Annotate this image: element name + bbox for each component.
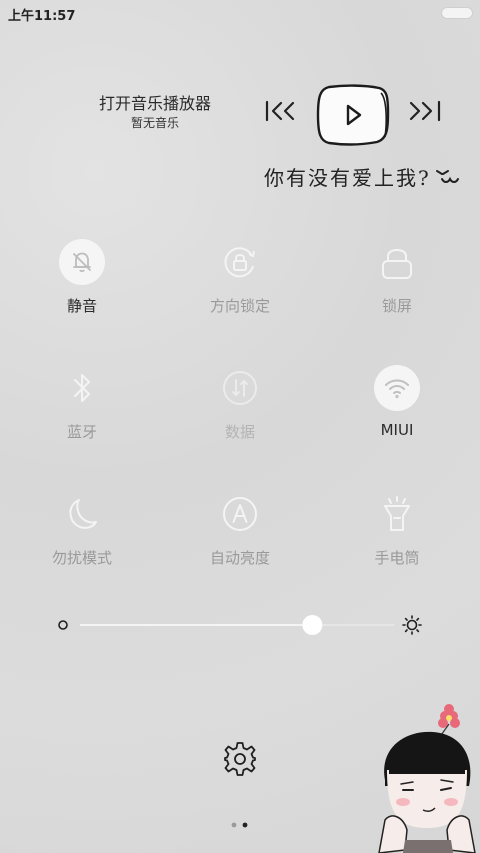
previous-button[interactable] <box>263 96 303 126</box>
next-button[interactable] <box>405 96 445 126</box>
toggle-rotation-lock-bg <box>217 239 263 285</box>
music-player-title[interactable]: 打开音乐播放器 <box>60 90 250 114</box>
lock-icon <box>382 249 412 279</box>
gear-icon <box>224 742 256 776</box>
toggle-flashlight-bg <box>374 491 420 537</box>
play-icon <box>316 84 390 146</box>
status-bar: 上午11:57 <box>0 0 480 28</box>
cartoon-girl-image <box>378 704 476 853</box>
bluetooth-icon <box>74 374 90 402</box>
status-time: 上午11:57 <box>8 9 76 24</box>
brightness-low-icon <box>58 620 68 630</box>
toggle-mute-label: 静音 <box>66 297 97 315</box>
toggle-flashlight[interactable]: 手电筒 <box>337 491 457 568</box>
wink-face-icon <box>436 170 459 183</box>
play-button[interactable] <box>315 83 391 147</box>
toggle-bluetooth-label: 蓝牙 <box>66 423 97 441</box>
brightness-slider-graphic <box>58 615 422 635</box>
toggle-rotation-lock[interactable]: 方向锁定 <box>180 239 300 316</box>
brightness-high-icon <box>402 615 422 635</box>
toggle-mobile-data[interactable]: 数据 <box>180 365 300 442</box>
toggle-lock-screen-bg <box>374 239 420 285</box>
toggle-mute-bg <box>59 239 105 285</box>
toggle-bluetooth-bg <box>59 365 105 411</box>
toggle-lock-screen-label: 锁屏 <box>381 297 412 315</box>
toggle-mobile-data-bg <box>217 365 263 411</box>
page-dot-active <box>242 822 248 828</box>
rotation-lock-icon <box>224 247 255 278</box>
toggle-do-not-disturb[interactable]: 勿扰模式 <box>22 491 142 568</box>
toggle-bluetooth[interactable]: 蓝牙 <box>22 365 142 442</box>
toggle-do-not-disturb-bg <box>59 491 105 537</box>
toggle-lock-screen[interactable]: 锁屏 <box>337 239 457 316</box>
toggle-mobile-data-label: 数据 <box>224 423 255 441</box>
flower-icon <box>438 704 460 739</box>
toggle-auto-brightness-label: 自动亮度 <box>209 549 270 567</box>
next-icon <box>409 100 441 122</box>
wifi-icon <box>385 379 409 399</box>
toggle-auto-brightness-bg <box>217 491 263 537</box>
auto-brightness-icon <box>223 497 257 531</box>
flashlight-icon <box>384 496 410 531</box>
battery-icon <box>442 8 472 18</box>
brightness-slider[interactable] <box>56 610 426 640</box>
bell-off-icon <box>73 252 91 273</box>
data-icon <box>223 371 257 405</box>
toggle-wifi[interactable]: MIUI <box>337 365 457 439</box>
toggle-wifi-bg <box>374 365 420 411</box>
toggle-flashlight-label: 手电筒 <box>374 549 420 567</box>
toggle-auto-brightness[interactable]: 自动亮度 <box>180 491 300 568</box>
previous-icon <box>265 100 295 122</box>
moon-icon <box>69 499 97 529</box>
music-player-subtitle: 暂无音乐 <box>130 116 179 130</box>
toggle-mute[interactable]: 静音 <box>22 239 142 316</box>
music-slogan: 你有没有爱上我? <box>264 166 431 190</box>
toggle-wifi-label: MIUI <box>380 421 414 439</box>
toggle-rotation-lock-label: 方向锁定 <box>209 297 270 315</box>
page-indicator <box>230 813 250 828</box>
page-dot <box>231 822 237 828</box>
toggle-do-not-disturb-label: 勿扰模式 <box>51 549 112 567</box>
brightness-thumb <box>302 615 323 635</box>
settings-button[interactable] <box>222 740 258 776</box>
